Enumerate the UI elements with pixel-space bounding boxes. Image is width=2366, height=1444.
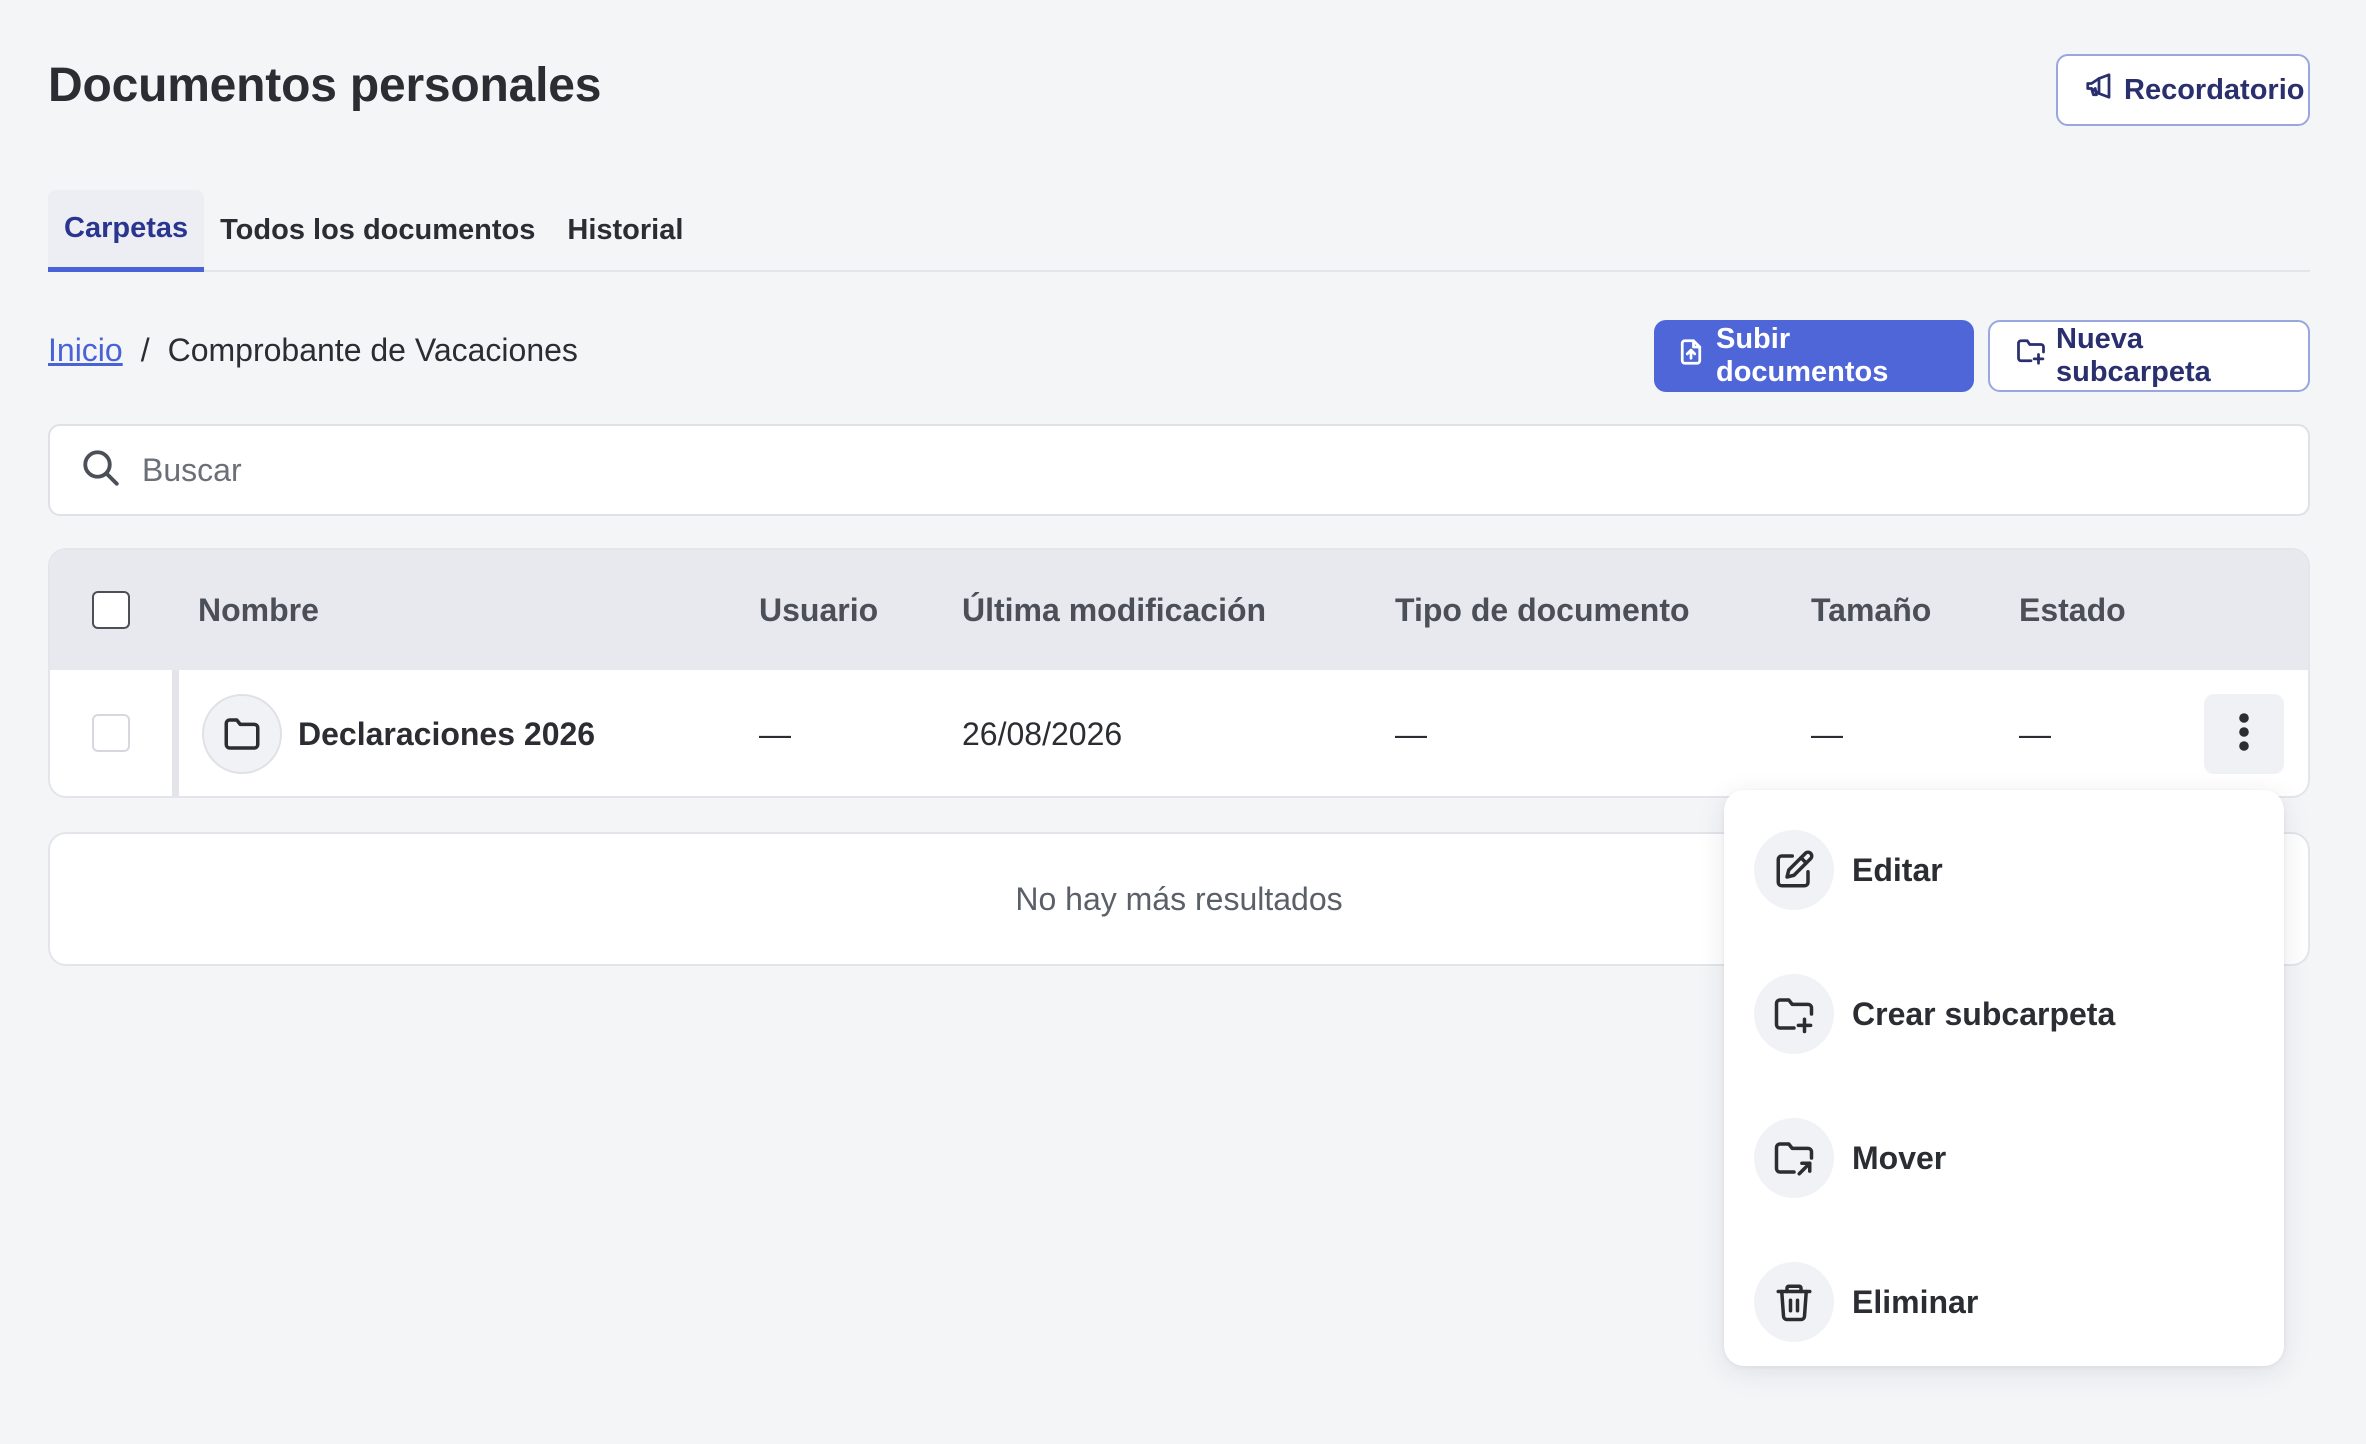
new-subfolder-button[interactable]: Nueva subcarpeta [1988,320,2310,392]
tab-todos-los-documentos[interactable]: Todos los documentos [204,190,551,270]
breadcrumb-current: Comprobante de Vacaciones [167,332,578,368]
upload-documents-label: Subir documentos [1716,323,1889,388]
menu-item-editar[interactable]: Editar [1724,798,2284,942]
menu-item-label: Mover [1852,1139,1947,1176]
search-icon [80,447,122,494]
folder-icon [202,694,282,774]
select-all-checkbox[interactable] [92,591,130,629]
row-modified: 26/08/2026 [962,715,1123,752]
reminder-button-label: Recordatorio [2124,73,2305,106]
breadcrumb-separator: / [140,332,150,368]
row-size: — [1811,715,1843,752]
megaphone-icon [2084,71,2114,109]
table-header: Nombre Usuario Última modificación Tipo … [50,550,2308,670]
table-row[interactable]: Declaraciones 2026 — 26/08/2026 — — — [50,670,2308,796]
menu-item-label: Eliminar [1852,1283,1979,1320]
row-accent-bar [172,670,179,796]
page-title: Documentos personales [48,59,602,112]
breadcrumb: Inicio / Comprobante de Vacaciones [48,332,578,369]
menu-item-label: Crear subcarpeta [1852,995,2116,1032]
menu-item-mover[interactable]: Mover [1724,1086,2284,1230]
column-header-estado[interactable]: Estado [2019,550,2126,670]
row-name[interactable]: Declaraciones 2026 [298,670,595,796]
file-upload-icon [1676,337,1706,375]
column-header-tamano[interactable]: Tamaño [1811,550,1931,670]
menu-item-crear-subcarpeta[interactable]: Crear subcarpeta [1724,942,2284,1086]
column-header-tipo-documento[interactable]: Tipo de documento [1395,550,1690,670]
row-user: — [759,715,791,752]
breadcrumb-home-link[interactable]: Inicio [48,332,123,369]
search-box [48,424,2310,516]
row-status: — [2019,715,2051,752]
new-subfolder-label: Nueva subcarpeta [2056,323,2211,388]
menu-item-eliminar[interactable]: Eliminar [1724,1230,2284,1374]
edit-icon [1754,830,1834,910]
tab-carpetas[interactable]: Carpetas [48,190,205,272]
trash-icon [1754,1262,1834,1342]
menu-item-label: Editar [1852,851,1943,888]
folder-move-icon [1754,1118,1834,1198]
row-checkbox[interactable] [92,714,130,752]
tab-bar: Carpetas Todos los documentos Historial [48,190,2310,272]
row-context-menu: Editar Crear subcarpeta Mover Eliminar [1724,790,2284,1366]
column-header-ultima-modificacion[interactable]: Última modificación [962,550,1266,670]
upload-documents-button[interactable]: Subir documentos [1654,320,1974,392]
folder-plus-icon [2016,337,2046,375]
column-header-nombre[interactable]: Nombre [198,550,319,670]
more-vertical-icon [2238,712,2250,757]
column-header-usuario[interactable]: Usuario [759,550,878,670]
tab-historial[interactable]: Historial [551,190,699,270]
row-doc-type: — [1395,715,1427,752]
documents-table: Nombre Usuario Última modificación Tipo … [48,548,2310,798]
folder-plus-icon [1754,974,1834,1054]
search-input[interactable] [142,451,1942,489]
row-actions-button[interactable] [2204,694,2284,774]
reminder-button[interactable]: Recordatorio [2056,54,2310,126]
